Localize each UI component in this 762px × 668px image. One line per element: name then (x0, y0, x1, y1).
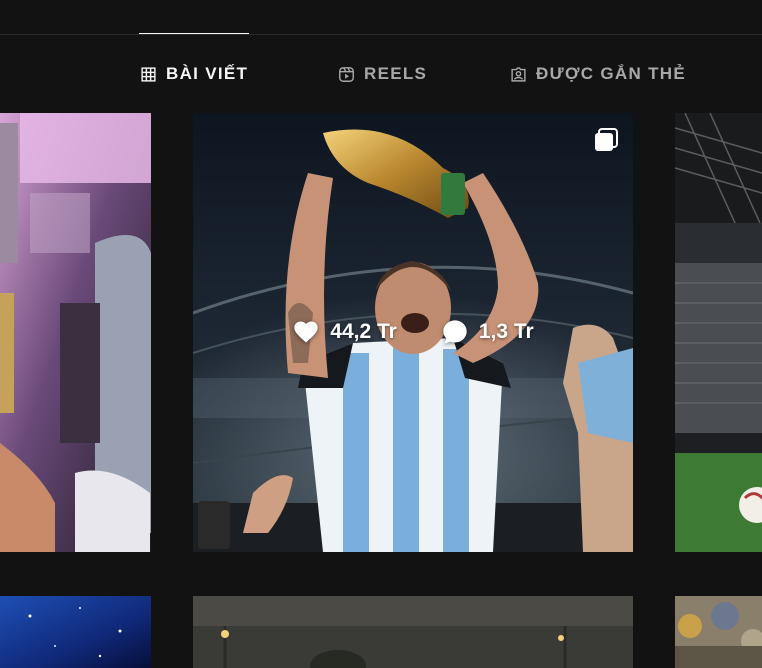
tab-tagged-label: ĐƯỢC GẮN THẺ (536, 64, 686, 83)
multiple-images-icon (595, 128, 618, 151)
likes-stat: 44,2 Tr (292, 318, 397, 346)
likes-count: 44,2 Tr (330, 320, 397, 343)
post-tile-crowd[interactable] (675, 596, 762, 668)
heart-icon (294, 321, 318, 343)
post-image (0, 596, 151, 668)
post-tile-stadium[interactable] (675, 113, 762, 552)
tab-tagged[interactable]: ĐƯỢC GẮN THẺ (510, 34, 686, 114)
post-tile-night[interactable] (193, 596, 633, 668)
comments-stat: 1,3 Tr (441, 318, 534, 346)
tab-posts[interactable]: BÀI VIẾT (138, 33, 250, 114)
post-tile-featured[interactable]: 44,2 Tr 1,3 Tr (193, 113, 633, 552)
tab-reels[interactable]: REELS (338, 34, 427, 114)
tab-posts-label: BÀI VIẾT (166, 64, 249, 83)
post-image (675, 596, 762, 668)
post-tile-cabin[interactable] (0, 113, 151, 552)
tagged-icon (511, 66, 526, 82)
post-stats-overlay: 44,2 Tr 1,3 Tr (193, 318, 633, 346)
reels-icon (339, 66, 354, 82)
grid-icon (141, 66, 156, 82)
comments-count: 1,3 Tr (478, 320, 534, 343)
comment-icon (443, 320, 467, 344)
tab-reels-label: REELS (364, 64, 428, 83)
post-image (0, 113, 151, 552)
post-tile-space[interactable] (0, 596, 151, 668)
post-image (193, 596, 633, 668)
post-image (675, 113, 762, 552)
profile-posts-grid: BÀI VIẾT REELS ĐƯỢC GẮN THẺ 44,2 Tr 1,3 … (0, 0, 762, 668)
